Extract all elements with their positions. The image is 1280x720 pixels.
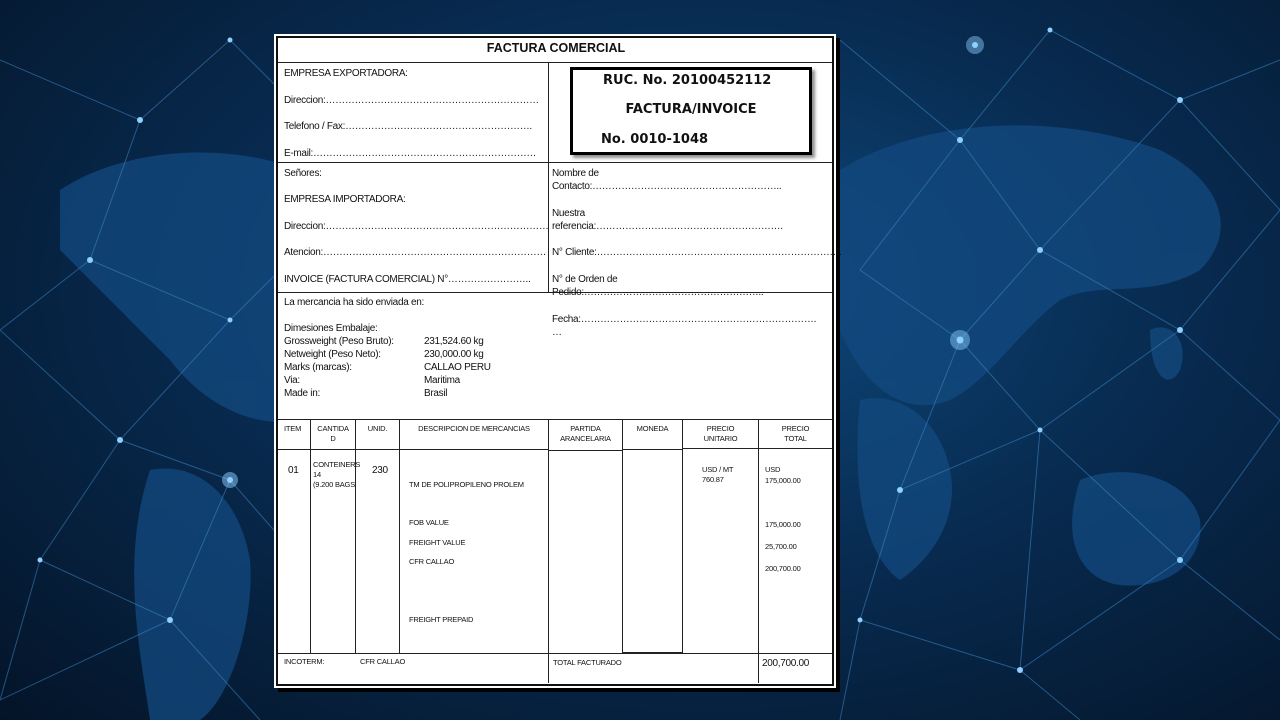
exporter-company-label: EMPRESA EXPORTADORA: (284, 68, 408, 79)
exporter-address-field: Direccion:………………………………………………………… (284, 95, 539, 106)
divider (278, 62, 832, 63)
invoice-title: FACTURA COMERCIAL (486, 41, 626, 55)
client-number-field: N° Cliente:…………………………………………………………………. (552, 247, 842, 258)
importer-address-field: Direccion:…………………………………………………………… (284, 221, 549, 232)
ruc-invoice-box: RUC. No. 20100452112 FACTURA/INVOICE No.… (570, 67, 812, 155)
senores-label: Señores: (284, 168, 322, 179)
date-field-continued: … (552, 327, 562, 338)
header-tariff-cont: ARANCELARIA (560, 434, 611, 443)
total-currency: USD (765, 465, 781, 474)
via-label: Via: (284, 375, 300, 386)
invoice-number-field: INVOICE (FACTURA COMERCIAL) N°…………………….. (284, 274, 531, 285)
divider (758, 419, 759, 683)
divider (278, 449, 548, 450)
divider (548, 419, 549, 683)
gross-weight-value: 231,524.60 kg (424, 336, 484, 347)
reference-field: referencia:…………………………………………………. (552, 221, 783, 232)
marks-label: Marks (marcas): (284, 362, 352, 373)
divider (682, 448, 832, 449)
unit-value: 230 (372, 465, 388, 476)
header-currency: MONEDA (636, 424, 669, 433)
description-cfr: CFR CALLAO (409, 557, 455, 566)
invoice-type: FACTURA/INVOICE (625, 102, 757, 117)
item-number: 01 (288, 465, 299, 476)
total-billed-value: 200,700.00 (762, 658, 810, 669)
marks-value: CALLAO PERU (424, 362, 491, 373)
date-field: Fecha:………………………………………………………………. (552, 314, 817, 325)
exporter-email-field: E-mail:…………………………………………………………… (284, 148, 537, 159)
description-fob: FOB VALUE (409, 518, 449, 527)
importer-attention-field: Atencion:…………………………………………………………… (284, 247, 547, 258)
packaging-dimensions-label: Dimesiones Embalaje: (284, 323, 378, 334)
made-in-value: Brasil (424, 388, 448, 399)
made-in-label: Made in: (284, 388, 320, 399)
gross-weight-label: Grossweight (Peso Bruto): (284, 336, 394, 347)
importer-company-label: EMPRESA IMPORTADORA: (284, 194, 406, 205)
total-billed-label: TOTAL FACTURADO (553, 658, 622, 667)
divider (310, 419, 311, 653)
contact-name-label: Nombre de (552, 168, 599, 179)
shipment-sent-label: La mercancia ha sido enviada en: (284, 297, 424, 308)
order-number-label: N° de Orden de (552, 274, 618, 285)
divider (548, 450, 622, 451)
header-unit-price: PRECIO (706, 424, 735, 433)
incoterm-label: INCOTERM: (284, 657, 325, 666)
header-unit: UNID. (367, 424, 388, 433)
quantity-line-1: CONTEINERS (313, 460, 361, 469)
header-item: ITEM (284, 424, 302, 433)
unit-price-currency: USD / MT (702, 465, 734, 474)
exporter-phone-field: Telefono / Fax:…………………………………………………. (284, 121, 532, 132)
total-product-value: 175,000.00 (765, 476, 801, 485)
divider (278, 653, 832, 654)
net-weight-value: 230,000.00 kg (424, 349, 484, 360)
header-quantity-cont: D (330, 434, 336, 443)
unit-price-value: 760.87 (702, 475, 724, 484)
net-weight-label: Netweight (Peso Neto): (284, 349, 381, 360)
ruc-number: RUC. No. 20100452112 (603, 73, 772, 88)
divider (278, 162, 832, 163)
quantity-line-3: (9.200 BAGS (313, 480, 355, 489)
description-freight-prepaid: FREIGHT PREPAID (409, 615, 474, 624)
invoice-number: No. 0010-1048 (601, 132, 709, 147)
divider (622, 449, 682, 450)
header-description: DESCRIPCION DE MERCANCIAS (418, 424, 530, 433)
via-value: Maritima (424, 375, 460, 386)
order-number-field: Pedido:……………………………………………….. (552, 287, 764, 298)
divider (682, 419, 683, 653)
divider (622, 419, 623, 653)
header-unit-price-cont: UNITARIO (703, 434, 738, 443)
header-tariff: PARTIDA (570, 424, 601, 433)
total-freight-value: 25,700.00 (765, 542, 797, 551)
divider (278, 419, 832, 420)
contact-name-field: Contacto:………………………………………………….. (552, 181, 782, 192)
divider (355, 419, 356, 653)
reference-label: Nuestra (552, 208, 585, 219)
description-freight: FREIGHT VALUE (409, 538, 466, 547)
divider (399, 419, 400, 653)
header-quantity: CANTIDA (317, 424, 349, 433)
description-product: TM DE POLIPROPILENO PROLEM (409, 480, 524, 489)
header-total-price: PRECIO (781, 424, 810, 433)
header-total-price-cont: TOTAL (784, 434, 807, 443)
quantity-line-2: 14 (313, 470, 321, 479)
divider (548, 62, 549, 162)
commercial-invoice-document: FACTURA COMERCIAL EMPRESA EXPORTADORA: D… (276, 36, 842, 686)
incoterm-value: CFR CALLAO (360, 657, 406, 666)
total-cfr-value: 200,700.00 (765, 564, 801, 573)
total-fob-value: 175,000.00 (765, 520, 801, 529)
